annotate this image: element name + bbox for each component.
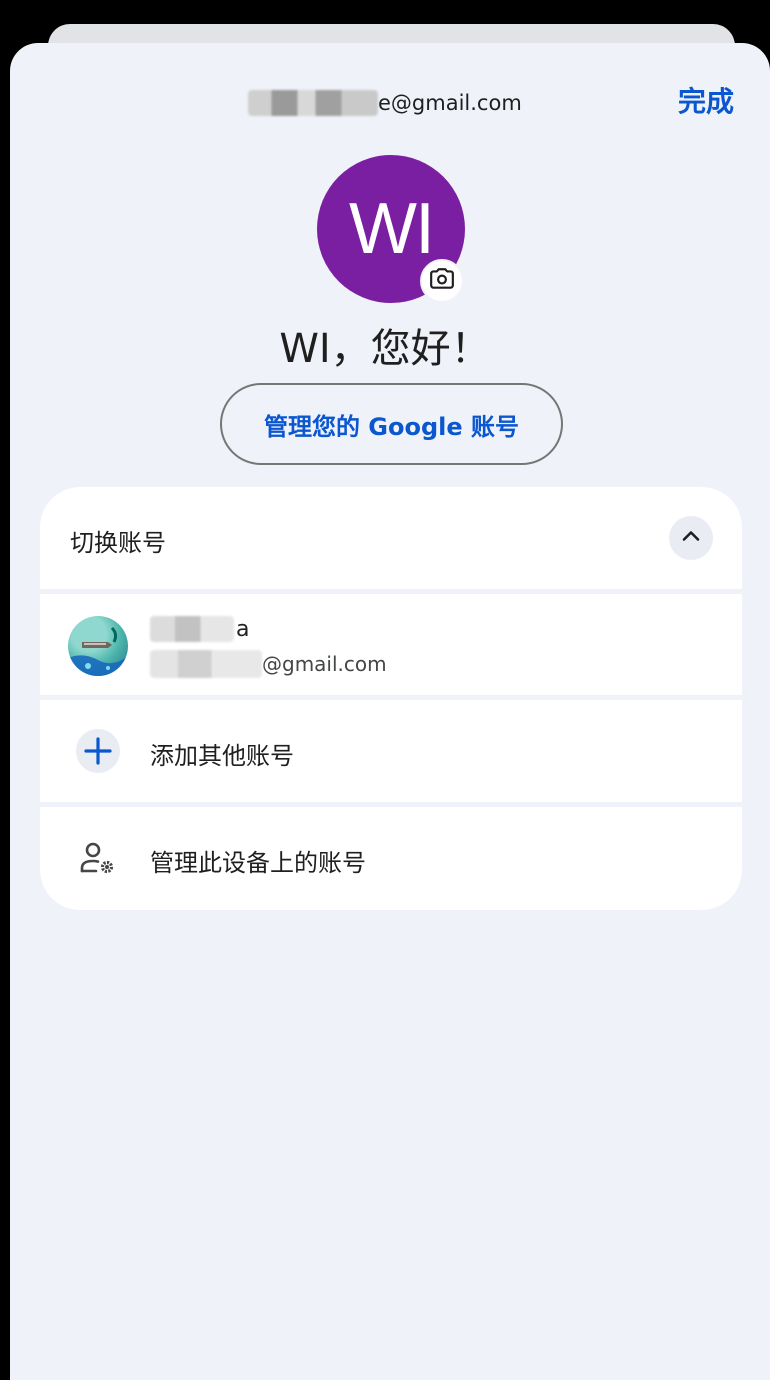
email-suffix: e@gmail.com xyxy=(378,91,522,115)
greeting-text: WI，您好！ xyxy=(279,326,491,372)
plus-icon xyxy=(76,729,120,773)
collapse-button[interactable] xyxy=(669,516,713,560)
manage-device-accounts-label: 管理此设备上的账号 xyxy=(150,849,366,877)
account-email: @gmail.com xyxy=(150,650,387,678)
person-gear-icon xyxy=(76,837,120,881)
switch-account-title: 切换账号 xyxy=(70,529,166,557)
account-list-item[interactable]: a @gmail.com xyxy=(40,594,742,695)
add-account-item[interactable]: 添加其他账号 xyxy=(40,700,742,802)
switch-account-header[interactable]: 切换账号 xyxy=(40,487,742,589)
accounts-card: 切换账号 a @gmail.com 添加其他账号 管理此设备上的账号 xyxy=(40,487,742,910)
manage-device-accounts-item[interactable]: 管理此设备上的账号 xyxy=(40,807,742,910)
account-name: a xyxy=(150,616,249,642)
redacted-email-prefix xyxy=(248,90,378,116)
camera-icon xyxy=(429,266,455,296)
current-account-email: e@gmail.com xyxy=(248,88,522,118)
add-account-label: 添加其他账号 xyxy=(150,742,294,770)
redacted-email xyxy=(150,650,262,678)
change-photo-button[interactable] xyxy=(420,259,464,303)
avatar-initials: WI xyxy=(349,189,435,269)
chevron-up-icon xyxy=(679,524,703,552)
redacted-name xyxy=(150,616,234,642)
account-avatar xyxy=(68,616,128,676)
account-email-suffix: @gmail.com xyxy=(262,652,387,676)
account-name-suffix: a xyxy=(236,616,250,642)
done-button[interactable]: 完成 xyxy=(678,80,734,120)
manage-google-account-button[interactable]: 管理您的 Google 账号 xyxy=(220,383,563,465)
